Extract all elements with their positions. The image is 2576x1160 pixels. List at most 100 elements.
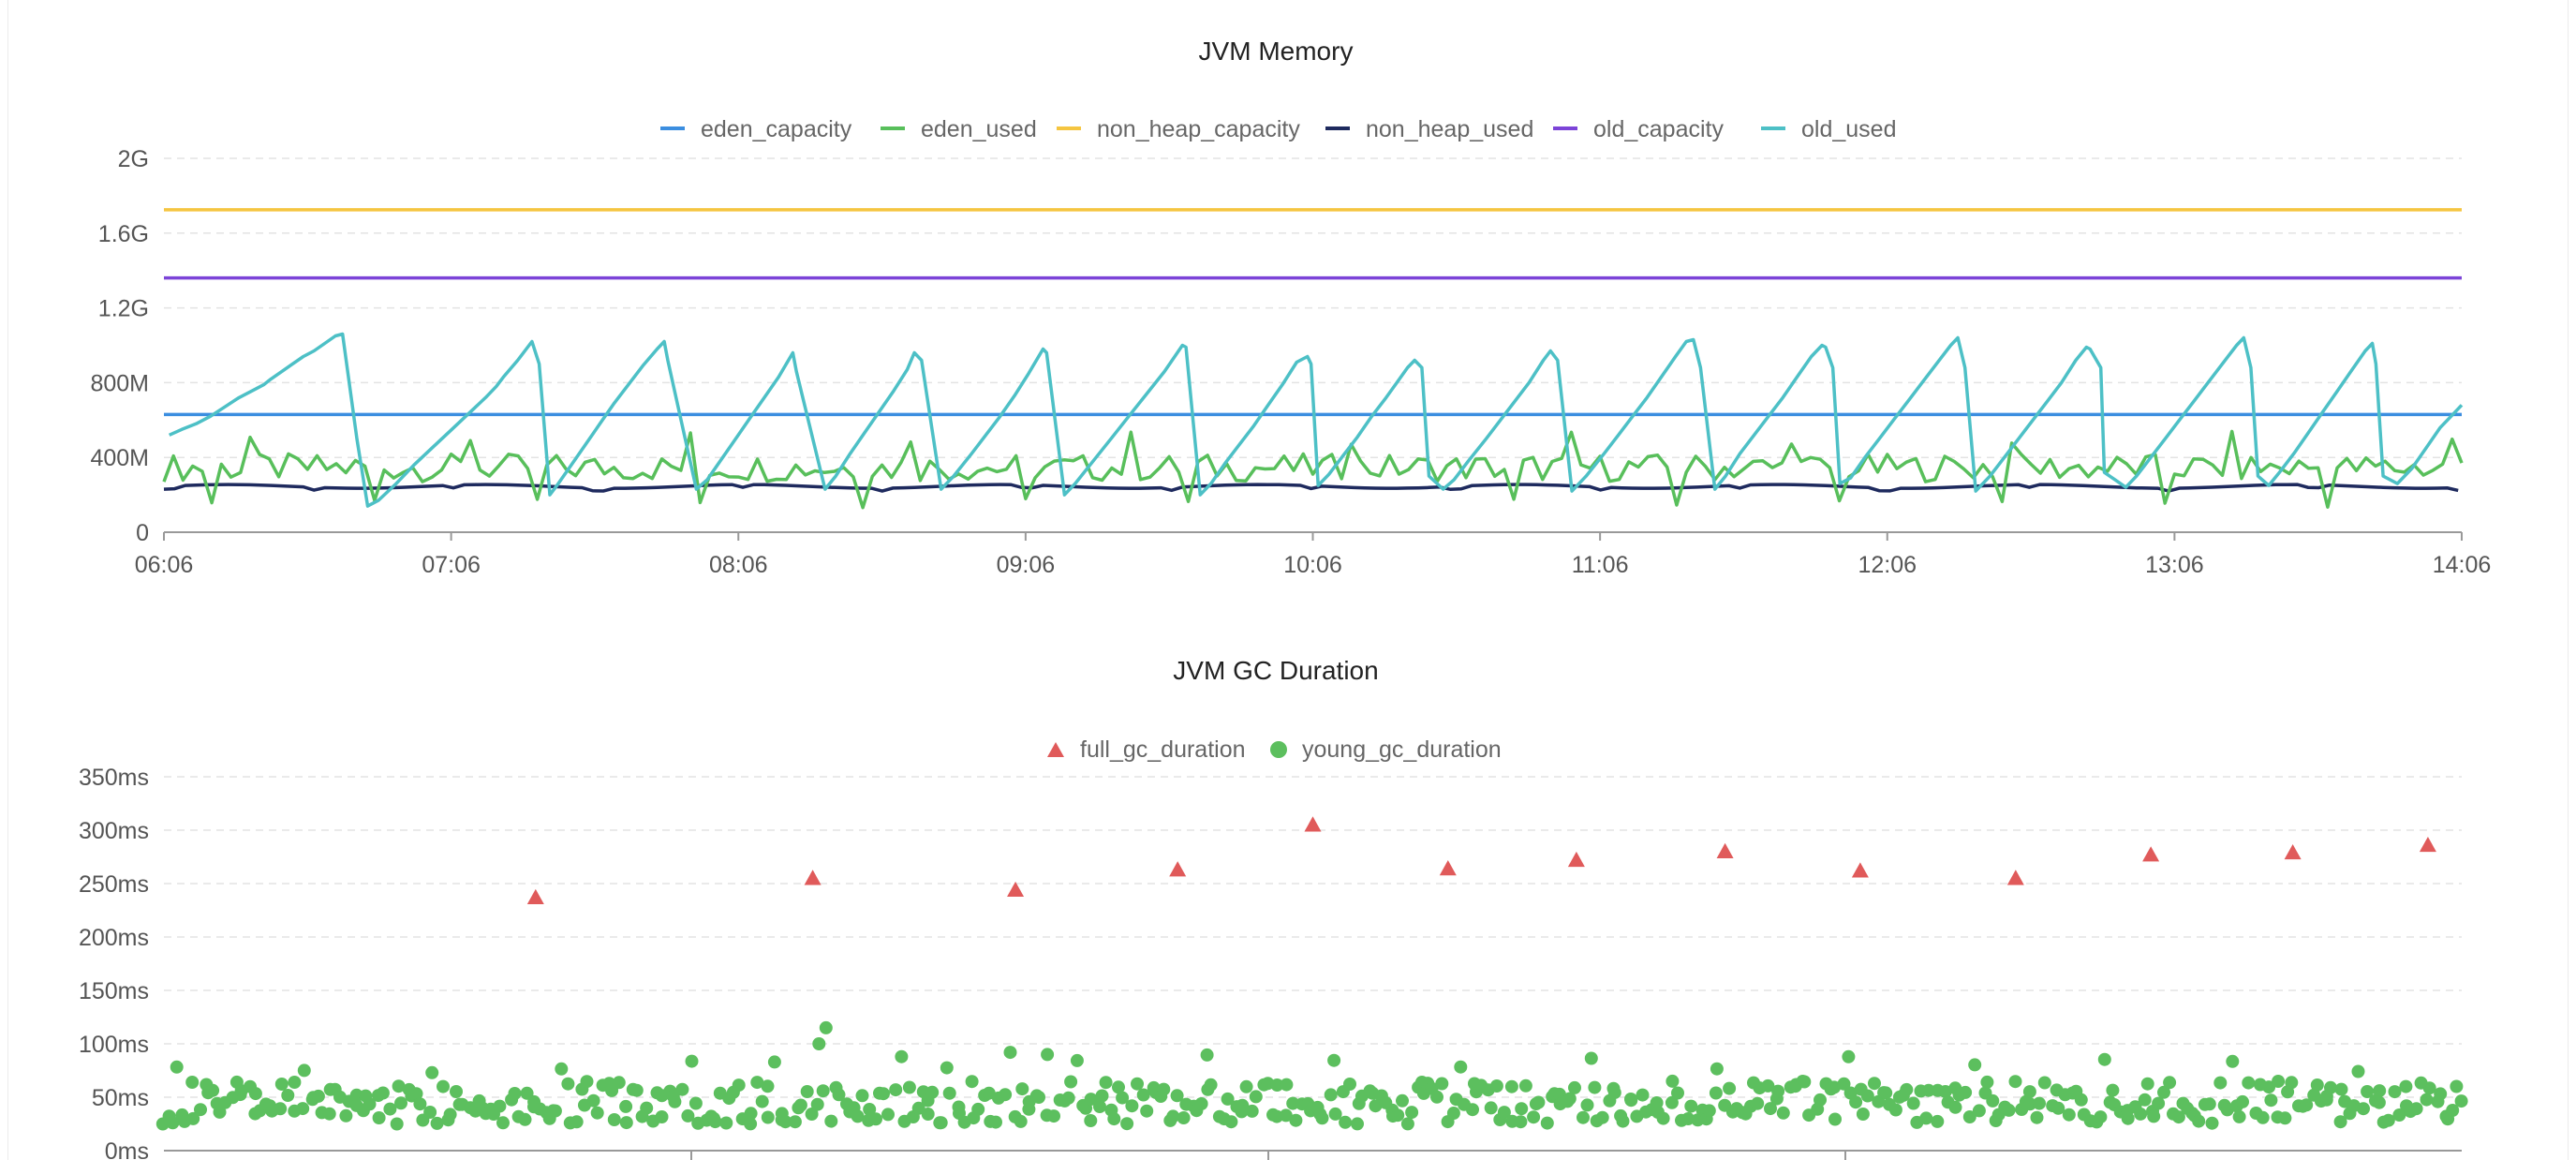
young-gc-point (607, 1113, 621, 1126)
young-gc-point (194, 1103, 207, 1117)
young-gc-point (1125, 1099, 1139, 1113)
legend-swatch-young-gc-duration (1270, 741, 1287, 758)
young-gc-point (2033, 1096, 2046, 1110)
young-gc-point (675, 1082, 689, 1096)
young-gc-point (889, 1083, 903, 1097)
young-gc-point (655, 1110, 669, 1123)
young-gc-point (296, 1102, 310, 1116)
legend-label-non-heap-capacity: non_heap_capacity (1097, 116, 1300, 142)
young-gc-point (812, 1037, 826, 1050)
young-gc-point (1776, 1106, 1790, 1120)
young-gc-point (2022, 1085, 2036, 1099)
gc-chart-legend[interactable]: full_gc_duration young_gc_duration (1047, 736, 1502, 763)
young-gc-point (376, 1086, 390, 1100)
young-gc-point (1093, 1100, 1106, 1113)
full-gc-point (2419, 836, 2436, 853)
young-gc-point (1518, 1078, 1532, 1093)
y-tick-label: 250ms (79, 871, 149, 898)
young-gc-point (732, 1078, 746, 1093)
y-tick-label: 350ms (79, 765, 149, 791)
young-gc-point (1751, 1096, 1765, 1110)
young-gc-point (443, 1108, 457, 1122)
series-old-used (168, 332, 2464, 508)
young-gc-point (940, 1061, 954, 1075)
young-gc-point (170, 1060, 184, 1074)
young-gc-point (1484, 1101, 1498, 1115)
y-tick-label: 200ms (79, 925, 149, 951)
young-gc-point (1968, 1058, 1982, 1072)
young-gc-point (2074, 1093, 2088, 1107)
young-gc-point (1702, 1104, 1716, 1118)
young-gc-point (816, 1084, 830, 1098)
young-gc-point (1435, 1077, 1449, 1091)
full-gc-point (1716, 842, 1734, 858)
y-tick-label: 800M (90, 370, 149, 396)
young-gc-point (925, 1085, 940, 1099)
young-gc-point (2399, 1079, 2413, 1093)
full-gc-point (2006, 870, 2024, 885)
young-gc-point (934, 1116, 948, 1130)
y-tick-label: 1.6G (98, 221, 149, 247)
y-tick-label: 0ms (105, 1138, 149, 1160)
young-gc-point (819, 1020, 833, 1034)
memory-chart-legend[interactable]: eden_capacity eden_used non_heap_capacity n… (660, 116, 1896, 142)
young-gc-point (1798, 1075, 1812, 1089)
young-gc-point (1084, 1114, 1098, 1127)
young-gc-point (1849, 1095, 1863, 1109)
x-tick-label: 07:06 (422, 552, 481, 578)
x-tick-label: 10:06 (1283, 552, 1342, 578)
young-gc-point (1636, 1088, 1650, 1102)
young-gc-point (793, 1098, 807, 1112)
y-tick-label: 150ms (79, 978, 149, 1004)
young-gc-point (580, 1075, 594, 1089)
legend-label-non-heap-used: non_heap_used (1366, 116, 1533, 142)
young-gc-point (1972, 1104, 1986, 1118)
young-gc-point (2106, 1083, 2120, 1097)
young-gc-point (1584, 1051, 1598, 1065)
legend-label-full-gc-duration: full_gc_duration (1080, 736, 1246, 763)
young-gc-point (810, 1097, 824, 1111)
young-gc-point (1351, 1117, 1364, 1131)
young-gc-point (1339, 1115, 1353, 1129)
young-gc-point (2138, 1093, 2152, 1107)
young-gc-point (1131, 1077, 1144, 1091)
young-gc-point (612, 1076, 626, 1090)
young-gc-point (2094, 1110, 2108, 1124)
young-gc-point (1948, 1100, 1962, 1114)
young-gc-point (1327, 1053, 1341, 1067)
young-gc-point (2002, 1103, 2016, 1117)
young-gc-point (248, 1087, 262, 1101)
young-gc-point (561, 1077, 575, 1091)
young-gc-point (1454, 1060, 1468, 1074)
young-gc-point (1906, 1096, 1920, 1110)
young-gc-point (2226, 1054, 2240, 1068)
full-gc-point (1304, 816, 1322, 832)
x-tick-label: 12:06 (1858, 552, 1917, 578)
young-gc-point (2008, 1075, 2022, 1089)
young-gc-point (1616, 1114, 1630, 1128)
young-gc-point (1003, 1046, 1017, 1060)
young-gc-point (2278, 1111, 2292, 1125)
young-gc-point (2409, 1102, 2423, 1116)
young-gc-point (2147, 1109, 2161, 1123)
young-gc-point (2213, 1076, 2228, 1090)
young-gc-point (719, 1116, 733, 1130)
young-gc-point (744, 1107, 758, 1121)
young-gc-point (450, 1085, 463, 1098)
legend-label-old-capacity: old_capacity (1593, 116, 1724, 142)
y-tick-label: 100ms (79, 1032, 149, 1058)
young-gc-point (1032, 1091, 1045, 1104)
young-gc-point (1504, 1079, 1518, 1093)
young-gc-point (1245, 1104, 1259, 1118)
young-gc-point (2434, 1087, 2448, 1101)
young-gc-point (1446, 1107, 1460, 1120)
young-gc-point (1577, 1110, 1590, 1124)
full-gc-point (1169, 861, 1187, 877)
young-gc-point (590, 1106, 604, 1120)
young-gc-point (1580, 1098, 1594, 1112)
young-gc-point (2062, 1108, 2076, 1122)
young-gc-point (2310, 1078, 2324, 1092)
full-gc-point (2284, 843, 2302, 860)
young-gc-point (1868, 1077, 1881, 1091)
young-gc-point (965, 1075, 979, 1089)
